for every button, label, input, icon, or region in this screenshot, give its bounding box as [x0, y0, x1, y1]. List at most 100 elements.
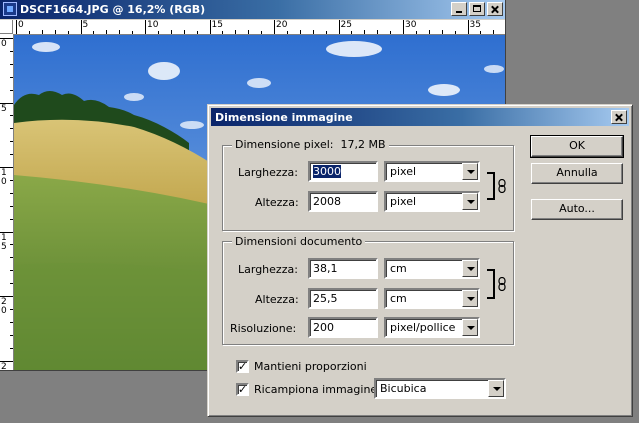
- maximize-button[interactable]: [469, 2, 485, 16]
- resample-image-checkbox[interactable]: ✓: [236, 383, 249, 396]
- ruler-major-tick: [338, 20, 340, 34]
- ok-button[interactable]: OK: [530, 135, 624, 158]
- auto-button[interactable]: Auto...: [531, 199, 623, 220]
- pixel-dimensions-group: [222, 145, 514, 231]
- ruler-label: 1 0: [1, 168, 7, 187]
- resample-image-label: Ricampiona immagine:: [254, 383, 381, 396]
- ruler-minor-tick: [10, 141, 13, 143]
- ruler-minor-tick: [10, 257, 13, 259]
- photoshop-document-icon: [3, 2, 17, 16]
- ruler-label: 15: [211, 20, 223, 30]
- ruler-minor-tick: [10, 334, 13, 336]
- ruler-minor-tick: [10, 321, 13, 323]
- ruler-minor-tick: [119, 30, 121, 34]
- ruler-minor-tick: [196, 31, 198, 34]
- ruler-minor-tick: [454, 31, 456, 34]
- chevron-down-icon[interactable]: [462, 290, 478, 307]
- ruler-minor-tick: [10, 128, 13, 130]
- ruler-minor-tick: [390, 31, 392, 34]
- ruler-minor-tick: [106, 30, 108, 34]
- ruler-minor-tick: [10, 89, 13, 91]
- ruler-minor-tick: [364, 30, 366, 34]
- ruler-label: 35: [469, 20, 481, 30]
- resolution-unit-select[interactable]: pixel/pollice: [384, 317, 480, 338]
- resample-method-select[interactable]: Bicubica: [374, 378, 506, 399]
- ruler-minor-tick: [67, 31, 69, 34]
- resolution-input[interactable]: 200: [308, 317, 378, 338]
- ruler-label: 0: [18, 20, 24, 30]
- pixel-width-unit-select[interactable]: pixel: [384, 161, 480, 182]
- image-size-dialog: Dimensione immagine Dimensione pixel: 17…: [207, 104, 633, 417]
- doc-width-unit-select[interactable]: cm: [384, 258, 480, 279]
- pixel-height-unit-select[interactable]: pixel: [384, 191, 480, 212]
- cancel-button[interactable]: Annulla: [531, 163, 623, 184]
- doc-width-label: Larghezza:: [238, 263, 298, 276]
- pixel-width-input[interactable]: 3000: [308, 161, 378, 182]
- ruler-minor-tick: [312, 30, 314, 34]
- ruler-minor-tick: [377, 30, 379, 34]
- doc-height-unit-select[interactable]: cm: [384, 288, 480, 309]
- pixel-height-input[interactable]: 2008: [308, 191, 378, 212]
- chevron-down-icon[interactable]: [462, 260, 478, 277]
- doc-height-input[interactable]: 25,5: [308, 288, 378, 309]
- ruler-minor-tick: [28, 31, 30, 34]
- ruler-label: 0: [1, 39, 7, 49]
- minimize-button[interactable]: [451, 2, 467, 16]
- ruler-label: 10: [147, 20, 159, 30]
- ruler-minor-tick: [10, 115, 13, 117]
- ruler-minor-tick: [248, 30, 250, 34]
- ruler-minor-tick: [351, 31, 353, 34]
- ruler-minor-tick: [235, 30, 237, 34]
- doc-width-input[interactable]: 38,1: [308, 258, 378, 279]
- chevron-down-icon[interactable]: [462, 163, 478, 180]
- ruler-minor-tick: [54, 30, 56, 34]
- ruler-minor-tick: [132, 31, 134, 34]
- ruler-minor-tick: [10, 218, 13, 220]
- ruler-minor-tick: [441, 30, 443, 34]
- constrain-proportions-checkbox[interactable]: ✓: [236, 360, 249, 373]
- chevron-down-icon[interactable]: [488, 380, 504, 397]
- ruler-minor-tick: [10, 205, 13, 207]
- pixel-width-label: Larghezza:: [238, 166, 298, 179]
- ruler-minor-tick: [10, 179, 13, 181]
- chevron-down-icon[interactable]: [462, 193, 478, 210]
- ruler-major-tick: [467, 20, 469, 34]
- doc-link-bracket: [487, 269, 495, 299]
- chevron-down-icon[interactable]: [462, 319, 478, 336]
- ruler-minor-tick: [10, 76, 13, 78]
- ruler-minor-tick: [10, 270, 13, 272]
- ruler-minor-tick: [325, 31, 327, 34]
- ruler-label: 2 0: [1, 297, 7, 316]
- vertical-ruler[interactable]: 0 5 1 0 1 5 2 0 2: [0, 34, 14, 370]
- doc-height-label: Altezza:: [255, 293, 299, 306]
- pixel-dimensions-heading: Dimensione pixel: 17,2 MB: [232, 138, 389, 151]
- ruler-minor-tick: [286, 31, 288, 34]
- ruler-label: 30: [405, 20, 417, 30]
- ruler-label: 20: [276, 20, 288, 30]
- ruler-minor-tick: [183, 30, 185, 34]
- ruler-minor-tick: [480, 31, 482, 34]
- dialog-title-bar[interactable]: Dimensione immagine: [211, 108, 629, 126]
- ruler-label: 5: [1, 103, 7, 114]
- document-title-bar[interactable]: DSCF1664.JPG @ 16,2% (RGB): [0, 0, 505, 19]
- ruler-minor-tick: [10, 192, 13, 194]
- ruler-label: 2: [1, 361, 7, 370]
- ruler-minor-tick: [41, 30, 43, 34]
- ruler-label: 1 5: [1, 232, 7, 252]
- ruler-major-tick: [80, 20, 82, 34]
- dialog-title: Dimensione immagine: [215, 111, 353, 124]
- horizontal-ruler[interactable]: 0 5 10 15 20 25 30 35: [13, 20, 505, 35]
- constrain-proportions-label: Mantieni proporzioni: [254, 360, 367, 373]
- close-dialog-button[interactable]: [611, 110, 627, 124]
- document-title: DSCF1664.JPG @ 16,2% (RGB): [20, 3, 206, 16]
- ruler-minor-tick: [299, 30, 301, 34]
- close-document-button[interactable]: [487, 2, 503, 16]
- ruler-origin[interactable]: [0, 20, 13, 34]
- ruler-minor-tick: [170, 30, 172, 34]
- ruler-major-tick: [209, 20, 211, 34]
- pixel-link-bracket: [487, 172, 495, 200]
- ruler-minor-tick: [10, 283, 13, 285]
- ruler-major-tick: [145, 20, 146, 34]
- ruler-minor-tick: [10, 63, 13, 65]
- ruler-minor-tick: [10, 244, 13, 246]
